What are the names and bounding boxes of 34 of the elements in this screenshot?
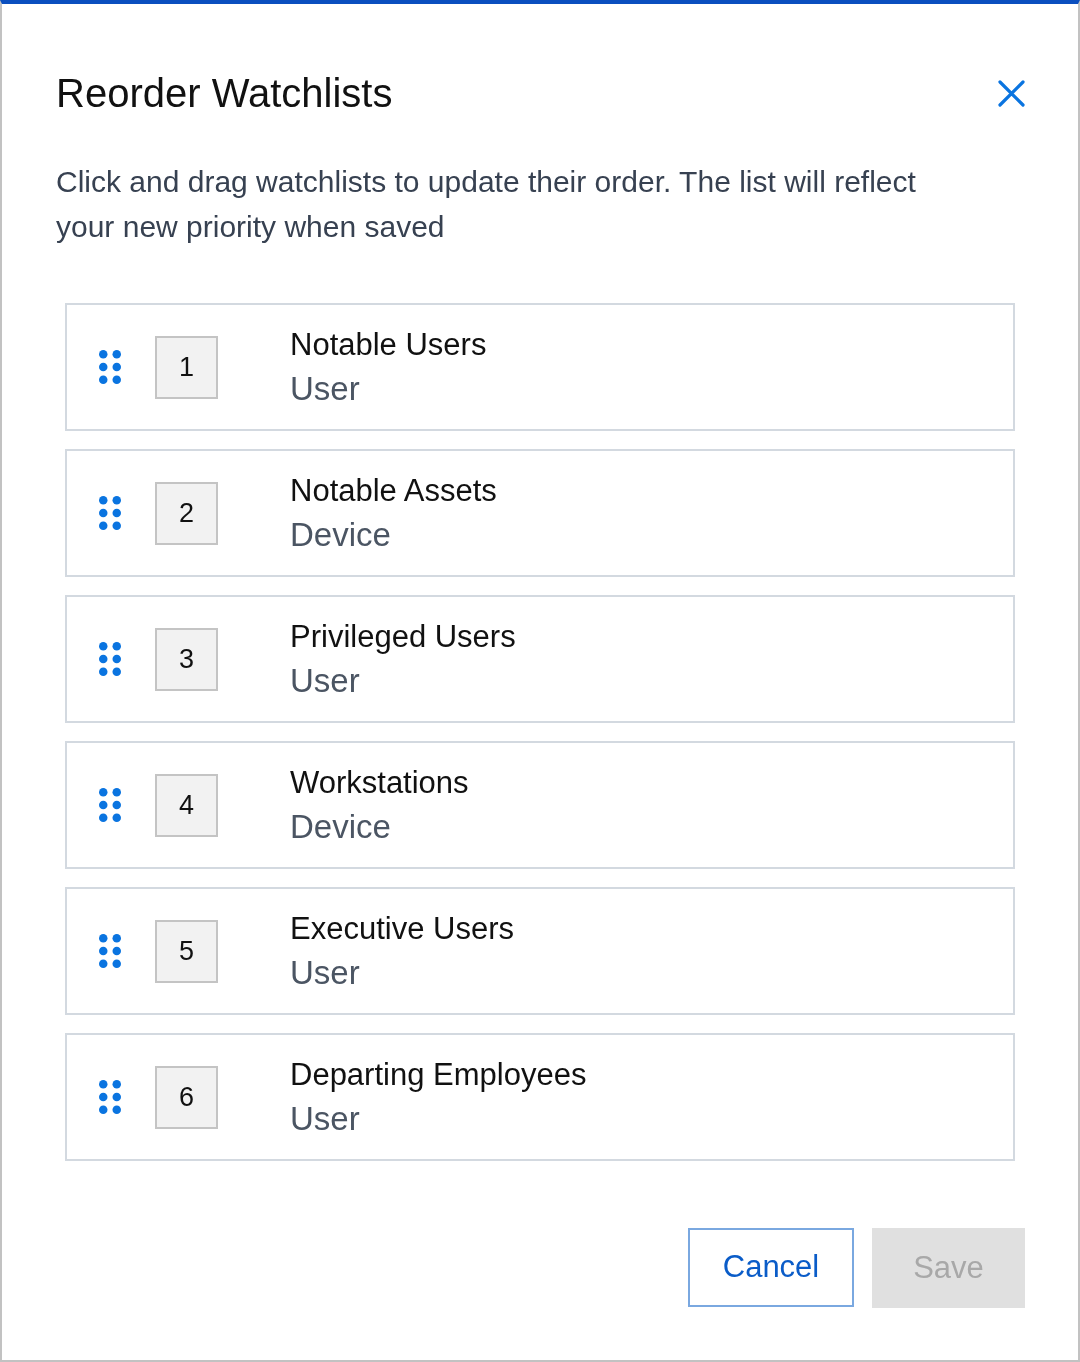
drag-handle-icon[interactable] xyxy=(99,642,121,676)
watchlist-name: Notable Assets xyxy=(290,472,497,510)
position-number: 4 xyxy=(155,773,218,837)
watchlist-name: Departing Employees xyxy=(290,1056,587,1094)
watchlist-name: Privileged Users xyxy=(290,618,516,656)
drag-handle-icon[interactable] xyxy=(99,496,121,530)
position-number: 3 xyxy=(155,627,218,691)
watchlist-row[interactable]: 2 Notable Assets Device xyxy=(65,449,1015,577)
watchlist-type: User xyxy=(290,953,361,993)
watchlist-type: User xyxy=(290,369,361,409)
close-icon[interactable] xyxy=(998,79,1025,107)
drag-handle-icon[interactable] xyxy=(99,788,121,822)
watchlist-name: Workstations xyxy=(290,764,469,802)
watchlist-name: Executive Users xyxy=(290,910,514,948)
watchlist-type: Device xyxy=(290,515,392,555)
drag-handle-icon[interactable] xyxy=(99,1080,121,1114)
watchlist-row[interactable]: 5 Executive Users User xyxy=(65,887,1015,1015)
cancel-button[interactable]: Cancel xyxy=(688,1228,854,1307)
watchlist-row[interactable]: 1 Notable Users User xyxy=(65,303,1015,431)
watchlist-row[interactable]: 3 Privileged Users User xyxy=(65,595,1015,723)
watchlist-type: User xyxy=(290,661,361,701)
drag-handle-icon[interactable] xyxy=(99,350,121,384)
watchlist-row[interactable]: 6 Departing Employees User xyxy=(65,1033,1015,1161)
dialog-title: Reorder Watchlists xyxy=(56,71,393,115)
watchlist-row[interactable]: 4 Workstations Device xyxy=(65,741,1015,869)
watchlist-name: Notable Users xyxy=(290,326,487,364)
dialog-description: Click and drag watchlists to update their order. The list will reflect your new priority when saved xyxy=(56,164,917,245)
watchlist-type: Device xyxy=(290,807,392,847)
position-number: 1 xyxy=(155,335,218,399)
drag-handle-icon[interactable] xyxy=(99,934,121,968)
position-number: 2 xyxy=(155,481,218,545)
watchlist-type: User xyxy=(290,1099,361,1139)
position-number: 6 xyxy=(155,1065,218,1129)
position-number: 5 xyxy=(155,919,218,983)
